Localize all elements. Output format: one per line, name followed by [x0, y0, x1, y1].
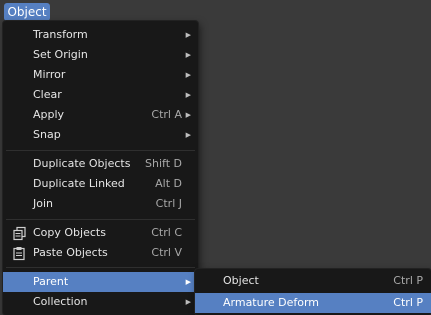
- menu-item-snap[interactable]: Snap ▶: [3, 125, 198, 145]
- menu-item-transform[interactable]: Transform ▶: [3, 25, 198, 45]
- shortcut-label: Ctrl C: [151, 226, 182, 239]
- submenu-item-label: Object: [223, 274, 259, 287]
- menu-item-duplicate-linked[interactable]: Duplicate Linked Alt D: [3, 174, 198, 194]
- menu-item-collection[interactable]: Collection ▶: [3, 292, 198, 312]
- shortcut-label: Ctrl V: [151, 246, 182, 259]
- object-menu-button[interactable]: Object: [4, 3, 50, 21]
- submenu-arrow-icon: ▶: [185, 298, 191, 306]
- menu-item-label: Parent: [33, 275, 69, 288]
- submenu-item-label: Armature Deform: [223, 296, 320, 309]
- submenu-item-armature-deform[interactable]: Armature Deform Ctrl P: [195, 293, 431, 313]
- object-menu: Transform ▶ Set Origin ▶ Mirror ▶ Clear …: [3, 21, 198, 315]
- submenu-arrow-icon: ▶: [185, 278, 191, 286]
- submenu-item-object[interactable]: Object Ctrl P: [195, 271, 431, 291]
- menu-item-paste-objects[interactable]: Paste Objects Ctrl V: [3, 243, 198, 263]
- menu-item-copy-objects[interactable]: Copy Objects Ctrl C: [3, 223, 198, 243]
- menu-item-label: Paste Objects: [33, 246, 108, 259]
- menu-separator: [6, 267, 195, 268]
- copy-icon: [13, 226, 26, 241]
- menu-item-parent[interactable]: Parent ▶: [3, 272, 198, 292]
- menu-item-set-origin[interactable]: Set Origin ▶: [3, 45, 198, 65]
- shortcut-label: Alt D: [155, 177, 182, 190]
- menu-item-label: Collection: [33, 295, 88, 308]
- menu-item-label: Duplicate Linked: [33, 177, 125, 190]
- submenu-arrow-icon: ▶: [185, 71, 191, 79]
- submenu-arrow-icon: ▶: [185, 111, 191, 119]
- shortcut-label: Ctrl J: [155, 197, 182, 210]
- menu-item-join[interactable]: Join Ctrl J: [3, 194, 198, 214]
- paste-icon: [13, 247, 25, 261]
- menu-item-label: Clear: [33, 88, 62, 101]
- menu-item-label: Join: [33, 197, 54, 210]
- menu-item-label: Copy Objects: [33, 226, 106, 239]
- menu-item-label: Snap: [33, 128, 61, 141]
- menu-item-label: Transform: [33, 28, 88, 41]
- submenu-arrow-icon: ▶: [185, 51, 191, 59]
- menu-item-label: Duplicate Objects: [33, 157, 131, 170]
- menu-item-mirror[interactable]: Mirror ▶: [3, 65, 198, 85]
- menu-separator: [6, 219, 195, 220]
- menu-item-duplicate-objects[interactable]: Duplicate Objects Shift D: [3, 154, 198, 174]
- shortcut-label: Ctrl A: [151, 108, 182, 121]
- menu-item-label: Set Origin: [33, 48, 88, 61]
- submenu-arrow-icon: ▶: [185, 131, 191, 139]
- submenu-arrow-icon: ▶: [185, 91, 191, 99]
- shortcut-label: Ctrl P: [393, 274, 423, 287]
- shortcut-label: Shift D: [145, 157, 182, 170]
- menu-item-label: Apply: [33, 108, 65, 121]
- parent-submenu: Object Ctrl P Armature Deform Ctrl P: [195, 269, 431, 315]
- menu-item-apply[interactable]: Apply Ctrl A ▶: [3, 105, 198, 125]
- menu-item-label: Mirror: [33, 68, 66, 81]
- menu-separator: [6, 150, 195, 151]
- submenu-arrow-icon: ▶: [185, 31, 191, 39]
- menu-item-clear[interactable]: Clear ▶: [3, 85, 198, 105]
- shortcut-label: Ctrl P: [393, 296, 423, 309]
